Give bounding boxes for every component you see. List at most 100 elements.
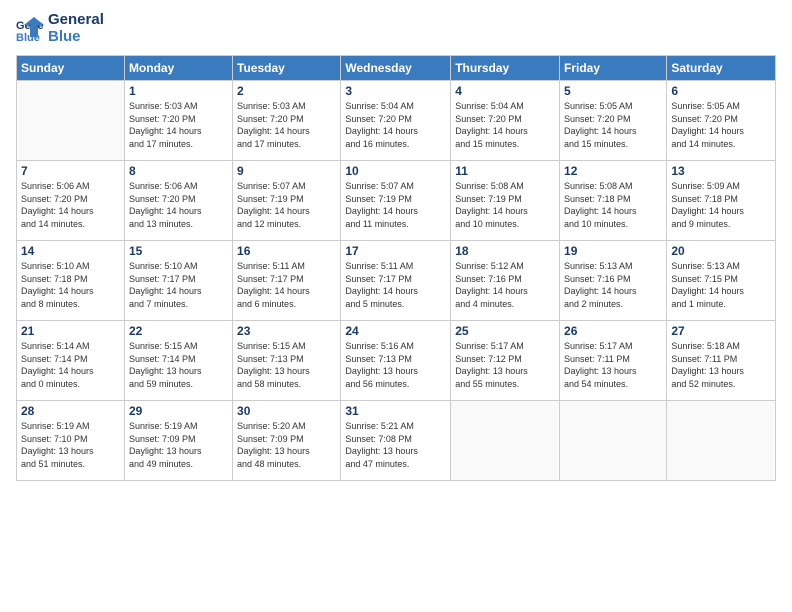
- weekday-header-saturday: Saturday: [667, 56, 776, 81]
- day-info: Sunrise: 5:03 AMSunset: 7:20 PMDaylight:…: [129, 100, 228, 150]
- calendar-cell: 4Sunrise: 5:04 AMSunset: 7:20 PMDaylight…: [451, 81, 560, 161]
- week-row-4: 21 Sunrise: 5:14 AMSunset: 7:14 PMDayligh…: [17, 321, 776, 401]
- day-number: 22: [129, 324, 228, 338]
- day-number: 17: [345, 244, 446, 258]
- calendar-cell: 26 Sunrise: 5:17 AMSunset: 7:11 PMDayligh…: [560, 321, 667, 401]
- weekday-header-monday: Monday: [124, 56, 232, 81]
- day-info: Sunrise: 5:05 AMSunset: 7:20 PMDaylight:…: [564, 100, 662, 150]
- day-info: Sunrise: 5:06 AMSunset: 7:20 PMDaylight:…: [21, 180, 120, 230]
- day-number: 16: [237, 244, 336, 258]
- day-number: 3: [345, 84, 446, 98]
- calendar-cell: 1 Sunrise: 5:03 AMSunset: 7:20 PMDaylight…: [124, 81, 232, 161]
- calendar-cell: 23 Sunrise: 5:15 AMSunset: 7:13 PMDayligh…: [233, 321, 341, 401]
- day-info: Sunrise: 5:03 AMSunset: 7:20 PMDaylight:…: [237, 100, 336, 150]
- week-row-2: 7 Sunrise: 5:06 AMSunset: 7:20 PMDaylight…: [17, 161, 776, 241]
- calendar-cell: [667, 401, 776, 481]
- calendar-cell: 21 Sunrise: 5:14 AMSunset: 7:14 PMDayligh…: [17, 321, 125, 401]
- calendar-cell: 7 Sunrise: 5:06 AMSunset: 7:20 PMDaylight…: [17, 161, 125, 241]
- day-number: 29: [129, 404, 228, 418]
- calendar-cell: 18 Sunrise: 5:12 AMSunset: 7:16 PMDayligh…: [451, 241, 560, 321]
- day-number: 5: [564, 84, 662, 98]
- day-info: Sunrise: 5:13 AMSunset: 7:15 PMDaylight:…: [671, 260, 771, 310]
- calendar-cell: 22 Sunrise: 5:15 AMSunset: 7:14 PMDayligh…: [124, 321, 232, 401]
- day-info: Sunrise: 5:08 AMSunset: 7:18 PMDaylight:…: [564, 180, 662, 230]
- calendar-cell: 3 Sunrise: 5:04 AMSunset: 7:20 PMDaylight…: [341, 81, 451, 161]
- day-info: Sunrise: 5:14 AMSunset: 7:14 PMDaylight:…: [21, 340, 120, 390]
- day-number: 14: [21, 244, 120, 258]
- day-number: 26: [564, 324, 662, 338]
- weekday-header-wednesday: Wednesday: [341, 56, 451, 81]
- calendar-cell: 30 Sunrise: 5:20 AMSunset: 7:09 PMDayligh…: [233, 401, 341, 481]
- day-number: 11: [455, 164, 555, 178]
- logo-icon: General Blue: [16, 15, 44, 43]
- day-info: Sunrise: 5:08 AMSunset: 7:19 PMDaylight:…: [455, 180, 555, 230]
- week-row-5: 28Sunrise: 5:19 AMSunset: 7:10 PMDayligh…: [17, 401, 776, 481]
- week-row-1: 1 Sunrise: 5:03 AMSunset: 7:20 PMDaylight…: [17, 81, 776, 161]
- logo-line2: Blue: [48, 29, 104, 46]
- calendar-cell: 28Sunrise: 5:19 AMSunset: 7:10 PMDayligh…: [17, 401, 125, 481]
- day-info: Sunrise: 5:07 AMSunset: 7:19 PMDaylight:…: [237, 180, 336, 230]
- day-number: 9: [237, 164, 336, 178]
- day-number: 27: [671, 324, 771, 338]
- day-info: Sunrise: 5:17 AMSunset: 7:12 PMDaylight:…: [455, 340, 555, 390]
- day-number: 18: [455, 244, 555, 258]
- day-number: 1: [129, 84, 228, 98]
- day-number: 7: [21, 164, 120, 178]
- day-number: 25: [455, 324, 555, 338]
- day-number: 23: [237, 324, 336, 338]
- day-info: Sunrise: 5:20 AMSunset: 7:09 PMDaylight:…: [237, 420, 336, 470]
- day-info: Sunrise: 5:10 AMSunset: 7:18 PMDaylight:…: [21, 260, 120, 310]
- calendar-cell: 9 Sunrise: 5:07 AMSunset: 7:19 PMDaylight…: [233, 161, 341, 241]
- calendar-cell: 2 Sunrise: 5:03 AMSunset: 7:20 PMDaylight…: [233, 81, 341, 161]
- weekday-header-thursday: Thursday: [451, 56, 560, 81]
- day-number: 31: [345, 404, 446, 418]
- day-info: Sunrise: 5:19 AMSunset: 7:10 PMDaylight:…: [21, 420, 120, 470]
- day-info: Sunrise: 5:04 AMSunset: 7:20 PMDaylight:…: [345, 100, 446, 150]
- day-number: 12: [564, 164, 662, 178]
- day-info: Sunrise: 5:16 AMSunset: 7:13 PMDaylight:…: [345, 340, 446, 390]
- calendar-cell: 6 Sunrise: 5:05 AMSunset: 7:20 PMDaylight…: [667, 81, 776, 161]
- day-number: 8: [129, 164, 228, 178]
- day-number: 2: [237, 84, 336, 98]
- calendar-cell: 29 Sunrise: 5:19 AMSunset: 7:09 PMDayligh…: [124, 401, 232, 481]
- day-number: 30: [237, 404, 336, 418]
- day-number: 4: [455, 84, 555, 98]
- day-info: Sunrise: 5:12 AMSunset: 7:16 PMDaylight:…: [455, 260, 555, 310]
- calendar-cell: 12 Sunrise: 5:08 AMSunset: 7:18 PMDayligh…: [560, 161, 667, 241]
- day-number: 6: [671, 84, 771, 98]
- day-info: Sunrise: 5:09 AMSunset: 7:18 PMDaylight:…: [671, 180, 771, 230]
- day-info: Sunrise: 5:18 AMSunset: 7:11 PMDaylight:…: [671, 340, 771, 390]
- day-info: Sunrise: 5:15 AMSunset: 7:14 PMDaylight:…: [129, 340, 228, 390]
- calendar-cell: 8Sunrise: 5:06 AMSunset: 7:20 PMDaylight…: [124, 161, 232, 241]
- calendar-cell: 13Sunrise: 5:09 AMSunset: 7:18 PMDayligh…: [667, 161, 776, 241]
- day-info: Sunrise: 5:19 AMSunset: 7:09 PMDaylight:…: [129, 420, 228, 470]
- calendar-cell: 11 Sunrise: 5:08 AMSunset: 7:19 PMDayligh…: [451, 161, 560, 241]
- calendar-cell: 16Sunrise: 5:11 AMSunset: 7:17 PMDayligh…: [233, 241, 341, 321]
- calendar-cell: [17, 81, 125, 161]
- calendar-cell: 5 Sunrise: 5:05 AMSunset: 7:20 PMDaylight…: [560, 81, 667, 161]
- day-number: 15: [129, 244, 228, 258]
- day-info: Sunrise: 5:15 AMSunset: 7:13 PMDaylight:…: [237, 340, 336, 390]
- day-info: Sunrise: 5:17 AMSunset: 7:11 PMDaylight:…: [564, 340, 662, 390]
- calendar-cell: 27 Sunrise: 5:18 AMSunset: 7:11 PMDayligh…: [667, 321, 776, 401]
- calendar-cell: 19 Sunrise: 5:13 AMSunset: 7:16 PMDayligh…: [560, 241, 667, 321]
- weekday-header-row: SundayMondayTuesdayWednesdayThursdayFrid…: [17, 56, 776, 81]
- calendar-cell: 17Sunrise: 5:11 AMSunset: 7:17 PMDayligh…: [341, 241, 451, 321]
- calendar: SundayMondayTuesdayWednesdayThursdayFrid…: [16, 55, 776, 481]
- day-info: Sunrise: 5:07 AMSunset: 7:19 PMDaylight:…: [345, 180, 446, 230]
- week-row-3: 14 Sunrise: 5:10 AMSunset: 7:18 PMDayligh…: [17, 241, 776, 321]
- calendar-cell: [560, 401, 667, 481]
- day-number: 24: [345, 324, 446, 338]
- day-info: Sunrise: 5:13 AMSunset: 7:16 PMDaylight:…: [564, 260, 662, 310]
- calendar-cell: 31 Sunrise: 5:21 AMSunset: 7:08 PMDayligh…: [341, 401, 451, 481]
- weekday-header-sunday: Sunday: [17, 56, 125, 81]
- day-info: Sunrise: 5:21 AMSunset: 7:08 PMDaylight:…: [345, 420, 446, 470]
- logo-line1: General: [48, 12, 104, 29]
- page-header: General Blue General Blue: [16, 12, 776, 45]
- weekday-header-tuesday: Tuesday: [233, 56, 341, 81]
- day-number: 19: [564, 244, 662, 258]
- day-number: 21: [21, 324, 120, 338]
- logo: General Blue General Blue: [16, 12, 104, 45]
- day-info: Sunrise: 5:05 AMSunset: 7:20 PMDaylight:…: [671, 100, 771, 150]
- calendar-cell: 25 Sunrise: 5:17 AMSunset: 7:12 PMDayligh…: [451, 321, 560, 401]
